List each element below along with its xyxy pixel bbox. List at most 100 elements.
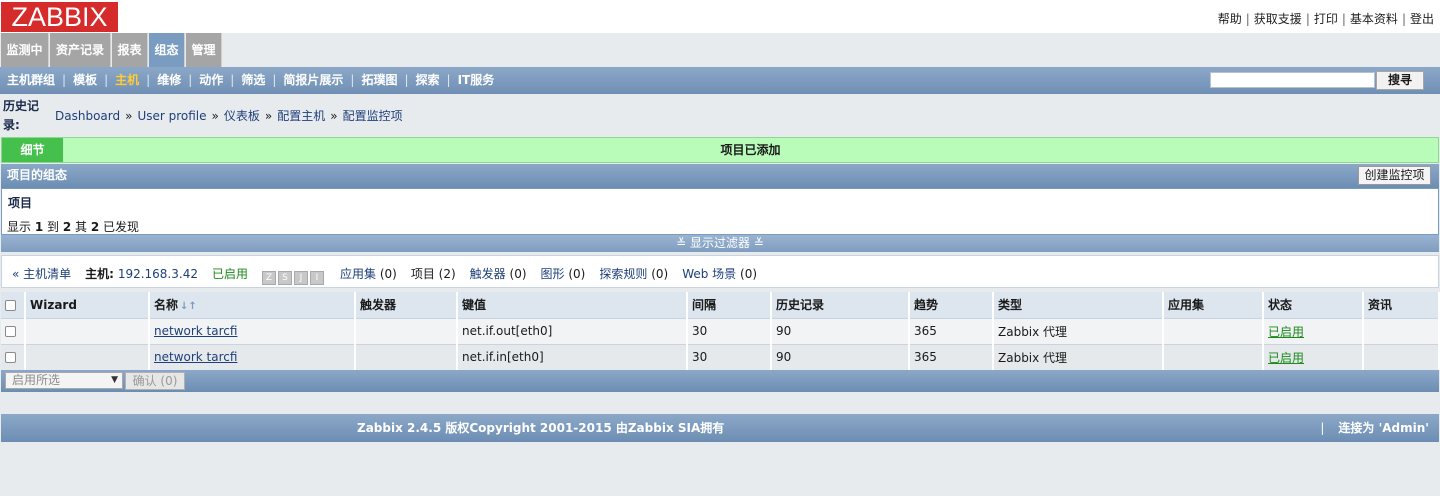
nav-maps[interactable]: 拓璞图 [361,73,397,87]
logout-link[interactable]: 登出 [1410,12,1434,26]
top-links: 帮助 | 获取支援 | 打印 | 基本资料 | 登出 [1217,12,1434,26]
crumb-config-hosts[interactable]: 配置主机 [277,109,325,123]
row-checkbox[interactable] [5,352,16,364]
header-name[interactable]: 名称 ↓↑ [149,292,356,318]
trends-cell: 365 [909,317,994,344]
header-triggers: 触发器 [355,292,458,318]
nav-templates[interactable]: 模板 [73,73,97,87]
main-tabs: 监测中 资产记录 报表 组态 管理 [0,33,1440,67]
type-cell: Zabbix 代理 [993,317,1164,344]
status-link[interactable]: 已启用 [1268,325,1304,339]
triggers-cell [355,343,458,370]
row-checkbox-cell[interactable] [1,343,26,370]
details-button[interactable]: 细节 [2,138,63,162]
tab-monitoring[interactable]: 监测中 [1,33,49,67]
status-cell[interactable]: 已启用 [1263,343,1364,370]
tab-inventory[interactable]: 资产记录 [50,33,111,67]
items-title: 项目 [8,196,33,210]
success-message: 细节 项目已添加 [1,137,1439,163]
tab-configuration[interactable]: 组态 [149,33,185,67]
nav-discovery[interactable]: 探索 [416,73,440,87]
history-cell: 90 [771,317,910,344]
crumb-user-profile[interactable]: User profile [137,109,206,123]
ipmi-icon: I [309,271,324,285]
interval-cell: 30 [687,343,772,370]
name-cell[interactable]: network tarcfi [149,343,356,370]
header-type[interactable]: 类型 [993,292,1164,318]
mass-action-select[interactable]: 启用所选 ▼ [5,372,123,389]
item-name-link[interactable]: network tarcfi [154,350,237,364]
header-interval[interactable]: 间隔 [687,292,772,318]
select-all-checkbox[interactable] [5,299,16,311]
sub-nav: 主机群组 | 模板 | 主机 | 维修 | 动作 | 筛选 | 简报片展示 | 拓璞图 | 探索 | IT服务 搜寻 [0,67,1440,94]
status-cell[interactable]: 已启用 [1263,317,1364,344]
jmx-icon: J [293,271,308,285]
wizard-cell [25,343,150,370]
config-title: 项目的组态 [7,168,68,182]
connected-as: | 连接为 'Admin' [1320,421,1429,435]
create-item-button[interactable]: 创建监控项 [1358,166,1431,185]
key-cell: net.if.in[eth0] [457,343,688,370]
tab-administration[interactable]: 管理 [186,33,222,67]
status-link[interactable]: 已启用 [1268,351,1304,365]
host-list-link[interactable]: « 主机清单 [12,267,71,281]
web-scenarios-link[interactable]: Web 场景 [682,267,736,281]
info-cell [1363,343,1440,370]
header-key[interactable]: 键值 [457,292,688,318]
nav-host-groups[interactable]: 主机群组 [7,73,55,87]
crumb-config-items[interactable]: 配置监控项 [343,109,403,123]
header-history[interactable]: 历史记录 [771,292,910,318]
header-status[interactable]: 状态 [1263,292,1364,318]
history-label: 历史记录: [3,99,40,132]
row-checkbox[interactable] [5,326,16,337]
host-label: 主机: [85,267,114,281]
triggers-link[interactable]: 触发器 [470,267,506,281]
sort-icon: ↓↑ [180,301,197,313]
crumb-dashboard[interactable]: Dashboard [55,109,120,123]
host-status[interactable]: 已启用 [212,267,248,281]
nav-hosts[interactable]: 主机 [115,73,139,87]
print-link[interactable]: 打印 [1314,12,1338,26]
tab-reports[interactable]: 报表 [112,33,148,67]
support-link[interactable]: 获取支援 [1254,12,1302,26]
info-cell [1363,317,1440,344]
nav-actions[interactable]: 动作 [199,73,223,87]
snmp-icon: S [277,271,292,285]
applications-cell [1163,343,1264,370]
nav-filter[interactable]: 筛选 [241,73,265,87]
copyright-text: Zabbix 2.4.5 版权Copyright 2001-2015 由Zabb… [357,421,725,435]
applications-link[interactable]: 应用集 [340,267,376,281]
header-info: 资讯 [1363,292,1440,318]
search-input[interactable] [1210,72,1375,88]
help-link[interactable]: 帮助 [1218,12,1242,26]
filter-toggle[interactable]: ≚ 显示过滤器 ≚ [1,235,1439,252]
zabbix-logo[interactable]: ZABBIX [1,2,118,32]
items-label: 项目 [410,267,435,281]
breadcrumb: Dashboard» User profile» 仪表板» 配置主机» 配置监控项 [55,109,403,123]
crumb-dashboard-cn[interactable]: 仪表板 [224,109,260,123]
interval-cell: 30 [687,317,772,344]
host-line: « 主机清单 主机: 192.168.3.42 已启用 Z S J I 应用集 (0) 项目 (… [1,255,1439,288]
triggers-cell [355,317,458,344]
search-button[interactable]: 搜寻 [1376,71,1424,90]
header-trends[interactable]: 趋势 [909,292,994,318]
items-table: Wizard 名称 ↓↑ 触发器 键值 间隔 历史记录 趋势 类型 应用集 状态 … [1,292,1440,370]
profile-link[interactable]: 基本资料 [1350,12,1398,26]
item-name-link[interactable]: network tarcfi [154,324,237,338]
nav-it-services[interactable]: IT服务 [458,73,495,87]
row-checkbox-cell[interactable] [1,317,26,344]
footer: Zabbix 2.4.5 版权Copyright 2001-2015 由Zabb… [1,414,1439,442]
host-link[interactable]: 192.168.3.42 [118,267,198,281]
nav-maintenance[interactable]: 维修 [157,73,181,87]
graphs-link[interactable]: 图形 [541,267,565,281]
zabbix-agent-icon: Z [261,271,276,285]
nav-slides[interactable]: 简报片展示 [283,73,343,87]
name-cell[interactable]: network tarcfi [149,317,356,344]
items-panel: 项目 显示 1 到 2 其 2 已发现 [1,188,1439,235]
discovery-link[interactable]: 探索规则 [599,267,647,281]
key-cell: net.if.out[eth0] [457,317,688,344]
select-all-header[interactable] [1,292,26,318]
wizard-cell [25,317,150,344]
confirm-button[interactable]: 确认 (0) [125,372,185,390]
type-cell: Zabbix 代理 [993,343,1164,370]
